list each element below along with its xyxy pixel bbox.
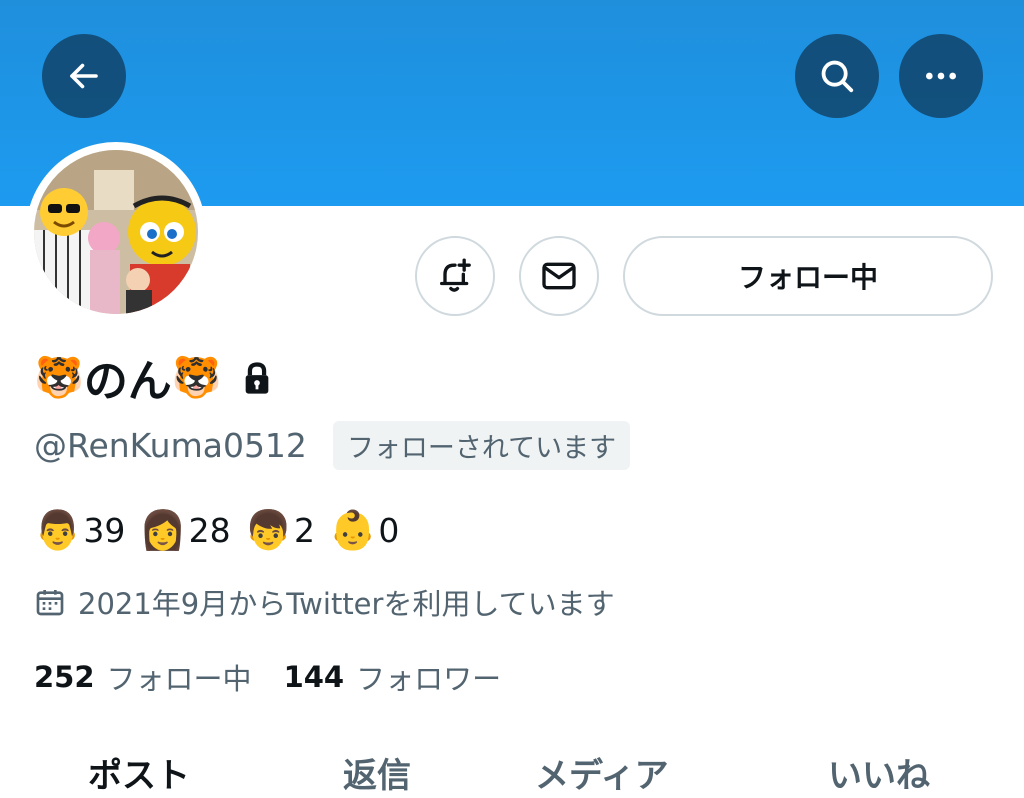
bio: 👨 39 👩 28 👦 2 👶 0 (34, 505, 413, 555)
follows-you-badge: フォローされています (332, 420, 631, 470)
display-name-text: のん (83, 356, 172, 407)
bio-emoji: 👦 (244, 507, 292, 552)
tab-posts[interactable]: ポスト (88, 748, 190, 798)
arrow-left-icon (70, 63, 98, 89)
followers-label[interactable]: フォロワー (356, 656, 501, 698)
bell-plus-icon (440, 258, 471, 292)
following-label[interactable]: フォロー中 (107, 656, 252, 698)
more-horizontal-icon (926, 72, 956, 80)
message-button[interactable] (519, 236, 599, 316)
envelope-icon (542, 262, 576, 290)
tab-replies[interactable]: 返信 (343, 748, 411, 798)
followers-count[interactable]: 144 (284, 660, 345, 694)
join-date: 2021年9月からTwitterを利用しています (34, 580, 615, 624)
bio-value: 28 (188, 510, 231, 550)
bio-value: 39 (83, 510, 126, 550)
follow-stats: 252 フォロー中 144 フォロワー (34, 655, 533, 699)
calendar-icon (34, 586, 66, 618)
lock-icon (242, 355, 272, 406)
display-name: 🐯 のん 🐯 (34, 345, 272, 409)
profile-page: フォロー中 🐯 のん 🐯 @RenKuma0512 フォローされています 👨 3… (0, 0, 1024, 798)
avatar-photo (34, 150, 198, 314)
join-date-text: 2021年9月からTwitterを利用しています (78, 587, 615, 621)
user-handle: @RenKuma0512 (34, 425, 307, 465)
bio-value: 0 (378, 510, 400, 550)
handle-row: @RenKuma0512 フォローされています (34, 420, 631, 470)
notify-button[interactable] (415, 236, 495, 316)
more-button[interactable] (899, 34, 983, 118)
following-count[interactable]: 252 (34, 660, 95, 694)
following-button-label: フォロー中 (737, 261, 878, 294)
avatar[interactable] (34, 150, 198, 314)
bio-value: 2 (293, 510, 315, 550)
search-button[interactable] (795, 34, 879, 118)
bio-emoji: 👩 (139, 507, 187, 552)
following-button[interactable]: フォロー中 (623, 236, 993, 316)
back-button[interactable] (42, 34, 126, 118)
tiger-emoji: 🐯 (34, 354, 84, 401)
tiger-emoji: 🐯 (171, 354, 222, 401)
tab-likes[interactable]: いいね (828, 748, 930, 798)
tab-media[interactable]: メディア (535, 748, 669, 798)
search-icon (821, 60, 854, 93)
bio-emoji: 👶 (328, 507, 377, 552)
bio-emoji: 👨 (34, 507, 82, 552)
